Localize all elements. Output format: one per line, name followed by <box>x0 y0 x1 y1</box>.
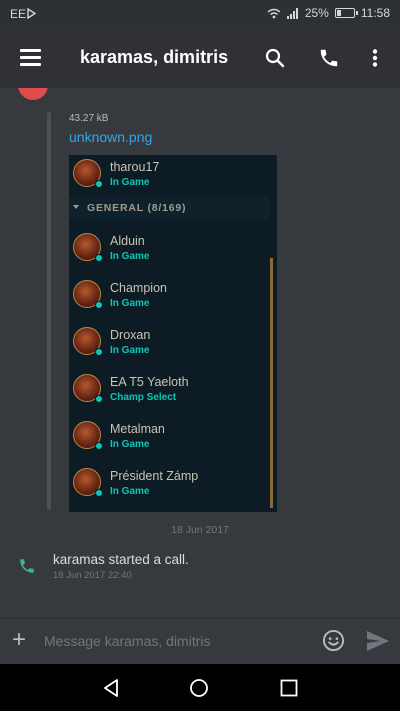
friend-row: Champion In Game <box>69 276 269 316</box>
emoji-icon[interactable] <box>322 629 345 652</box>
friend-group-header: GENERAL (8/169) <box>69 197 269 219</box>
friend-row: Droxan In Game <box>69 323 269 363</box>
message-list[interactable]: 43.27 kB unknown.png tharou17 In Game GE… <box>0 88 400 618</box>
image-scrollbar <box>270 258 273 508</box>
friend-status: In Game <box>110 486 150 497</box>
friend-name: Champion <box>110 281 167 295</box>
online-dot <box>95 254 103 262</box>
back-icon[interactable] <box>101 678 121 698</box>
friend-status: In Game <box>110 298 150 309</box>
online-dot <box>95 442 103 450</box>
search-icon[interactable] <box>265 48 285 68</box>
friend-name: Président Zámp <box>110 469 199 483</box>
friend-row: Metalman In Game <box>69 417 269 457</box>
message-input[interactable] <box>44 630 304 652</box>
menu-icon[interactable] <box>20 49 41 66</box>
friend-status: In Game <box>110 177 150 188</box>
friend-name: Droxan <box>110 328 151 342</box>
online-dot <box>95 301 103 309</box>
channel-title: karamas, dimitris <box>80 47 229 67</box>
call-icon <box>20 559 34 573</box>
friend-name: tharou17 <box>110 160 160 174</box>
online-dot <box>95 180 103 188</box>
friend-row: tharou17 In Game <box>69 155 269 195</box>
friend-row: Président Zámp In Game <box>69 464 269 504</box>
home-icon[interactable] <box>189 678 209 698</box>
file-name-link[interactable]: unknown.png <box>69 129 152 145</box>
phone-icon[interactable] <box>318 47 340 69</box>
friend-status: In Game <box>110 251 150 262</box>
recents-icon[interactable] <box>280 679 298 697</box>
app-bar: karamas, dimitris <box>0 28 400 88</box>
more-vert-icon[interactable] <box>372 49 378 67</box>
online-dot <box>95 489 103 497</box>
avatar[interactable] <box>18 88 48 100</box>
friend-status: In Game <box>110 345 150 356</box>
carrier-label: EE <box>10 7 27 21</box>
attached-image[interactable]: tharou17 In Game GENERAL (8/169) Alduin … <box>69 155 277 512</box>
message-composer: + <box>0 618 400 664</box>
system-nav-bar <box>0 664 400 711</box>
file-size: 43.27 kB <box>69 113 109 124</box>
call-message-text: karamas started a call. <box>53 552 189 567</box>
friend-name: Alduin <box>110 234 145 248</box>
friend-row: EA T5 Yaeloth Champ Select <box>69 370 269 410</box>
group-label: GENERAL (8/169) <box>87 202 187 214</box>
friend-row: Alduin In Game <box>69 229 269 269</box>
collapse-arrow-icon <box>73 205 79 209</box>
call-timestamp: 18 Jun 2017 22:40 <box>53 570 132 581</box>
attachment-border <box>47 112 51 510</box>
friend-status: In Game <box>110 439 150 450</box>
add-attachment-icon[interactable]: + <box>12 628 26 652</box>
date-separator: 18 Jun 2017 <box>171 524 229 536</box>
online-dot <box>95 395 103 403</box>
status-bar: EE 25% 11:58 <box>0 0 400 28</box>
battery-percent: 25% <box>304 6 329 20</box>
signal-icon <box>286 7 298 19</box>
wifi-icon <box>267 8 281 18</box>
friend-name: Metalman <box>110 422 165 436</box>
clock: 11:58 <box>360 6 390 20</box>
friend-status: Champ Select <box>110 392 177 403</box>
battery-icon <box>334 8 358 18</box>
nfc-icon <box>27 8 37 19</box>
send-icon[interactable] <box>366 630 390 652</box>
friend-name: EA T5 Yaeloth <box>110 375 189 389</box>
online-dot <box>95 348 103 356</box>
